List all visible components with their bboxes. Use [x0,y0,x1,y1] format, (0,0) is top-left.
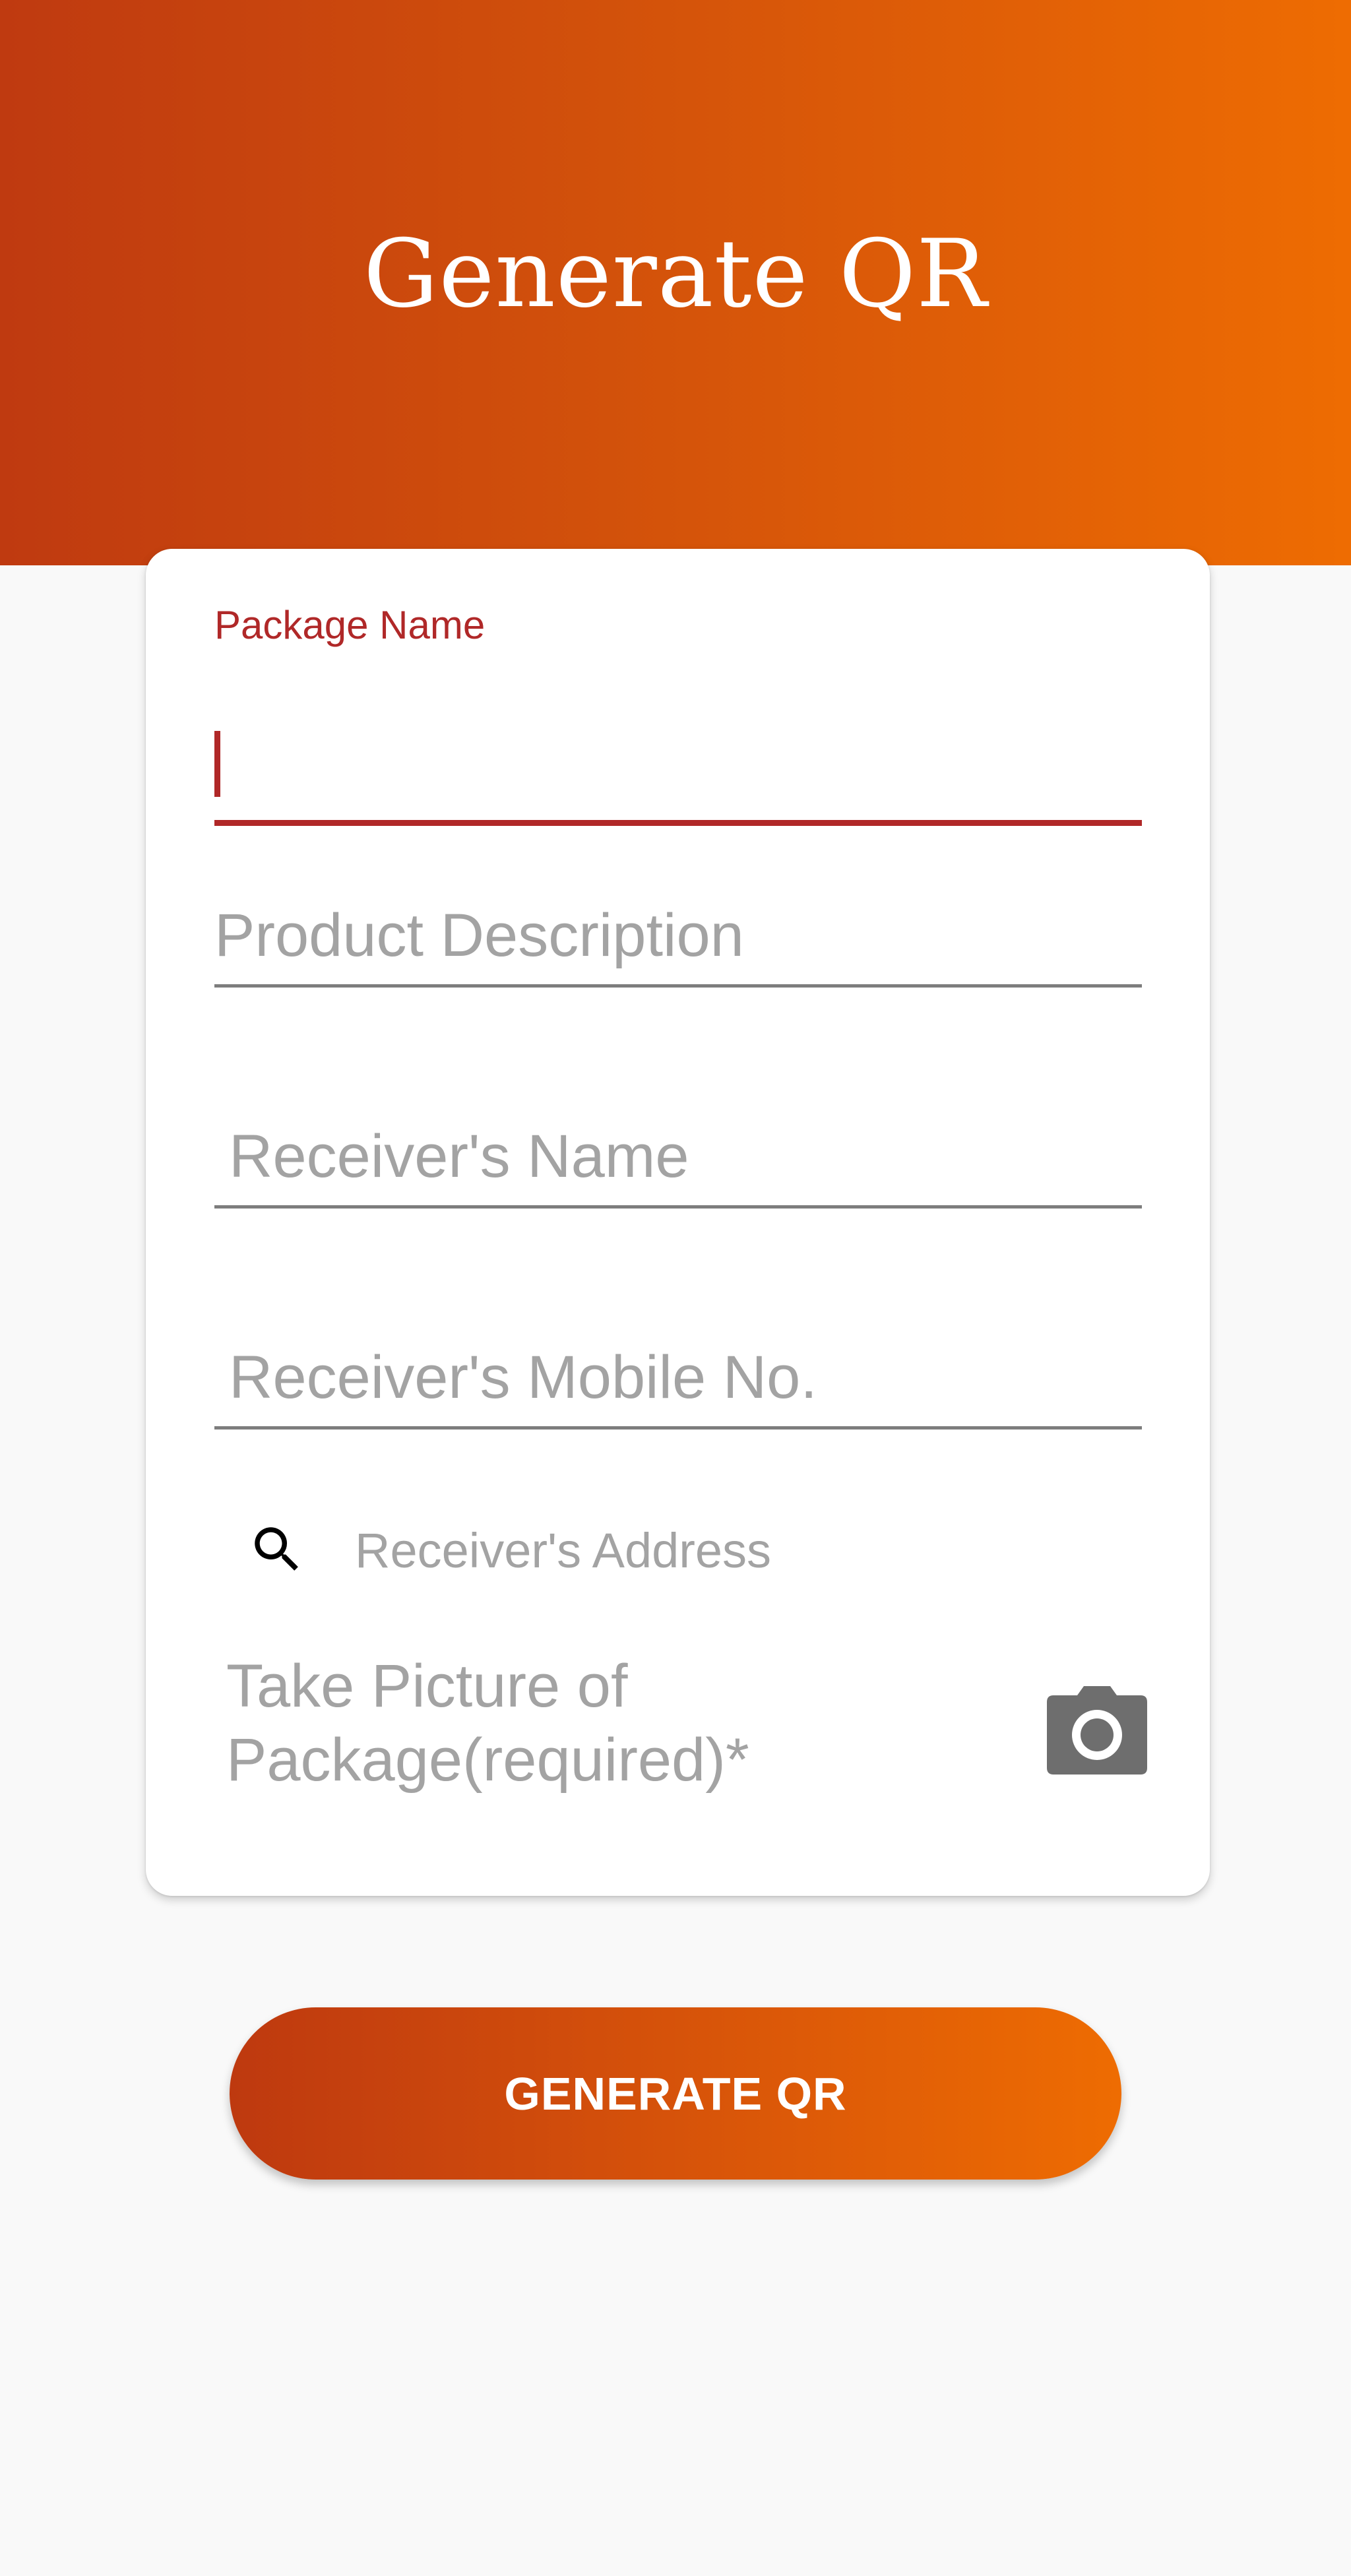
product-description-underline [214,984,1142,988]
receiver-mobile-underline [214,1426,1142,1429]
camera-icon[interactable] [1044,1682,1150,1781]
form-card: Package Name Product Description Receive… [146,549,1210,1896]
page-title: Generate QR [363,220,988,329]
receiver-name-field[interactable]: Receiver's Name [214,1126,1142,1212]
receiver-address-search[interactable]: Receiver's Address [214,1508,1142,1587]
take-picture-row: Take Picture of Package(required)* [226,1649,1163,1807]
receiver-mobile-field[interactable]: Receiver's Mobile No. [214,1347,1142,1433]
receiver-mobile-placeholder: Receiver's Mobile No. [229,1344,817,1411]
receiver-address-placeholder[interactable]: Receiver's Address [355,1526,771,1575]
receiver-name-underline [214,1205,1142,1209]
product-description-field[interactable]: Product Description [214,905,1142,991]
take-picture-label: Take Picture of Package(required)* [226,1652,749,1794]
package-name-field[interactable]: Package Name [214,603,1142,826]
generate-qr-button[interactable]: GENERATE QR [230,2007,1121,2180]
search-icon[interactable] [247,1520,307,1579]
package-name-underline [214,820,1142,826]
package-name-label: Package Name [214,603,486,647]
product-description-placeholder: Product Description [214,902,744,969]
app-header: Generate QR [0,0,1351,565]
text-cursor [214,731,220,797]
receiver-name-placeholder: Receiver's Name [229,1123,689,1190]
